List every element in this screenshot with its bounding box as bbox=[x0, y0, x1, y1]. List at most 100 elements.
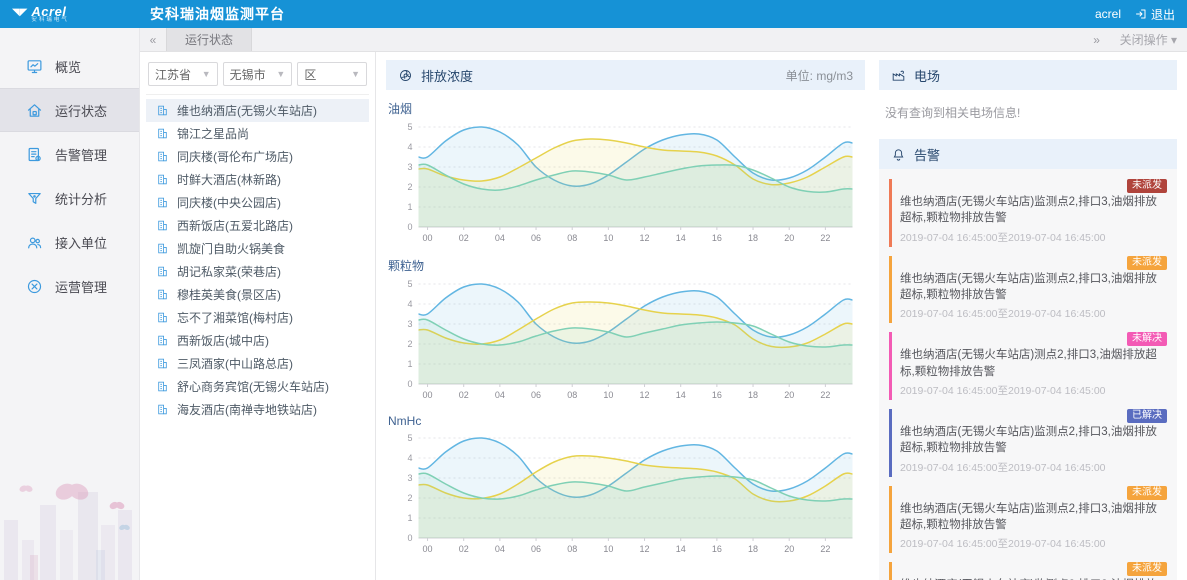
sidebar-item-label: 统计分析 bbox=[55, 191, 108, 207]
building-icon bbox=[156, 265, 169, 278]
chart-block-油烟: 油烟 0 1 2 3 4 5 00 02 04 06 08 10 12 14 16 18 20 22 bbox=[386, 96, 865, 247]
alarm-time: 2019-07-04 16:45:00至2019-07-04 16:45:00 bbox=[900, 538, 1106, 551]
store-item[interactable]: 胡记私家菜(荣巷店) bbox=[146, 260, 369, 283]
building-icon bbox=[156, 380, 169, 393]
line-chart-NmHc[interactable]: 01234500 02 04 06 08 10 12 14 16 18 20 22 bbox=[386, 430, 865, 558]
tab-label: 运行状态 bbox=[185, 33, 234, 47]
building-icon bbox=[156, 150, 169, 163]
svg-text:08: 08 bbox=[567, 544, 577, 554]
city-select[interactable]: 无锡市 ▼ bbox=[222, 62, 293, 86]
svg-text:2: 2 bbox=[407, 339, 412, 349]
unit-label: 单位: mg/m3 bbox=[785, 68, 853, 83]
logout-icon bbox=[1135, 9, 1146, 19]
alarm-time: 2019-07-04 16:45:00至2019-07-04 16:45:00 bbox=[900, 231, 1106, 244]
store-name: 舒心商务宾馆(无锡火车站店) bbox=[177, 380, 329, 394]
emission-panel: 排放浓度 单位: mg/m3 油烟 0 1 2 3 4 5 00 02 04 06 08 10 12 14 1… bbox=[376, 52, 875, 580]
sidebar-item-label: 概览 bbox=[55, 59, 82, 75]
svg-text:04: 04 bbox=[495, 390, 505, 400]
sidebar-item-概览[interactable]: 概览 bbox=[0, 44, 139, 88]
store-item[interactable]: 海友酒店(南禅寺地铁站店) bbox=[146, 398, 369, 421]
svg-text:18: 18 bbox=[748, 390, 758, 400]
store-item[interactable]: 时鲜大酒店(林新路) bbox=[146, 168, 369, 191]
svg-text:4: 4 bbox=[407, 299, 412, 309]
store-item[interactable]: 三凤酒家(中山路总店) bbox=[146, 352, 369, 375]
alarm-item[interactable]: 未派发维也纳酒店(无锡火车站店)监测点2,排口3,油烟排放超标,颗粒物排放告警2… bbox=[889, 485, 1167, 554]
field-panel-header: 电场 bbox=[879, 60, 1177, 90]
province-select[interactable]: 江苏省 ▼ bbox=[148, 62, 218, 86]
butterfly-icon bbox=[19, 485, 33, 492]
svg-text:08: 08 bbox=[567, 233, 577, 243]
username[interactable]: acrel bbox=[1095, 7, 1121, 21]
alarm-item[interactable]: 已解决 维也纳酒店(无锡火车站店)监测点2,排口3,油烟排放超标,颗粒物排放告警 2… bbox=[889, 408, 1167, 477]
expand-panel-icon[interactable]: » bbox=[1084, 33, 1110, 47]
store-item[interactable]: 西新饭店(城中店) bbox=[146, 329, 369, 352]
district-select[interactable]: 区 ▼ bbox=[297, 62, 368, 86]
building-icon bbox=[156, 196, 169, 209]
store-item[interactable]: 凯旋门自助火锅美食 bbox=[146, 237, 369, 260]
tab-actions-dropdown[interactable]: 关闭操作 ▾ bbox=[1120, 31, 1177, 48]
store-list: 维也纳酒店(无锡火车站店) 锦江之星品尚 同庆楼(哥伦布广场店) 时鲜大酒店(林新路)… bbox=[146, 95, 369, 421]
svg-text:22: 22 bbox=[820, 390, 830, 400]
store-name: 维也纳酒店(无锡火车站店) bbox=[177, 104, 317, 118]
svg-text:22: 22 bbox=[820, 233, 830, 243]
svg-text:06: 06 bbox=[531, 544, 541, 554]
tab-running-status[interactable]: 运行状态 bbox=[166, 28, 253, 51]
store-item[interactable]: 锦江之星品尚 bbox=[146, 122, 369, 145]
line-chart-颗粒物[interactable]: 01234500 02 04 06 08 10 12 14 16 18 20 22 bbox=[386, 276, 865, 404]
building-icon bbox=[156, 311, 169, 324]
building-icon bbox=[156, 403, 169, 416]
store-list-panel: 江苏省 ▼ 无锡市 ▼ 区 ▼ 维也纳酒店(无锡火车站店) 锦江之星品尚 同庆楼(哥… bbox=[140, 52, 376, 580]
store-item[interactable]: 忘不了湘菜馆(梅村店) bbox=[146, 306, 369, 329]
store-item[interactable]: 舒心商务宾馆(无锡火车站店) bbox=[146, 375, 369, 398]
alarm-item[interactable]: 未派发维也纳酒店(无锡火车站店)监测点2,排口3,油烟排放超标,颗粒物排放告警2… bbox=[889, 255, 1167, 324]
logout-button[interactable]: 退出 bbox=[1135, 6, 1175, 23]
sidebar-item-接入单位[interactable]: 接入单位 bbox=[0, 220, 139, 264]
units-icon bbox=[26, 234, 43, 251]
alarm-item[interactable]: 未派发维也纳酒店(无锡火车站店)监测点2,排口3,油烟排放超标,颗粒物排放告警2… bbox=[889, 562, 1167, 580]
svg-text:04: 04 bbox=[495, 544, 505, 554]
svg-text:0: 0 bbox=[407, 379, 412, 389]
store-name: 西新饭店(城中店) bbox=[177, 334, 269, 348]
store-item[interactable]: 同庆楼(哥伦布广场店) bbox=[146, 145, 369, 168]
store-name: 三凤酒家(中山路总店) bbox=[177, 357, 293, 371]
svg-text:12: 12 bbox=[640, 544, 650, 554]
sidebar-item-label: 告警管理 bbox=[55, 147, 108, 163]
alarm-status-badge: 未派发 bbox=[1127, 255, 1167, 270]
sidebar-item-统计分析[interactable]: 统计分析 bbox=[0, 176, 139, 220]
svg-text:4: 4 bbox=[407, 142, 412, 152]
store-item[interactable]: 穆桂英美食(景区店) bbox=[146, 283, 369, 306]
svg-text:18: 18 bbox=[748, 233, 758, 243]
building-icon bbox=[156, 173, 169, 186]
sidebar-item-告警管理[interactable]: 告警管理 bbox=[0, 132, 139, 176]
svg-text:1: 1 bbox=[407, 359, 412, 369]
building-icon bbox=[156, 219, 169, 232]
store-item[interactable]: 同庆楼(中央公园店) bbox=[146, 191, 369, 214]
store-name: 忘不了湘菜馆(梅村店) bbox=[177, 311, 293, 325]
alarm-item[interactable]: 未解决 维也纳酒店(无锡火车站店)测点2,排口3,油烟排放超标,颗粒物排放告警 20… bbox=[889, 332, 1167, 400]
building-icon bbox=[156, 127, 169, 140]
province-value: 江苏省 bbox=[155, 67, 192, 82]
svg-text:16: 16 bbox=[712, 233, 722, 243]
building-icon bbox=[156, 288, 169, 301]
svg-text:02: 02 bbox=[459, 233, 469, 243]
store-item[interactable]: 维也纳酒店(无锡火车站店) bbox=[146, 99, 369, 122]
alarm-status-badge: 未派发 bbox=[1127, 179, 1167, 193]
factory-icon bbox=[891, 68, 906, 83]
svg-text:4: 4 bbox=[407, 453, 412, 463]
stats-icon bbox=[26, 190, 43, 207]
tab-bar: « 运行状态 » 关闭操作 ▾ bbox=[140, 28, 1187, 52]
store-item[interactable]: 西新饭店(五爱北路店) bbox=[146, 214, 369, 237]
sidebar-item-运行状态[interactable]: 运行状态 bbox=[0, 88, 139, 132]
svg-text:1: 1 bbox=[407, 202, 412, 212]
store-name: 胡记私家菜(荣巷店) bbox=[177, 265, 281, 279]
chart-block-颗粒物: 颗粒物 0 1 2 3 4 5 00 02 04 06 08 10 12 14 16 18 20 22 bbox=[386, 253, 865, 404]
chart-block-NmHc: NmHc 0 1 2 3 4 5 00 02 04 06 08 10 12 14 16 18 20 22 bbox=[386, 410, 865, 558]
line-chart-油烟[interactable]: 01234500 02 04 06 08 10 12 14 16 18 20 22 bbox=[386, 119, 865, 247]
building-icon bbox=[156, 357, 169, 370]
store-name: 西新饭店(五爱北路店) bbox=[177, 219, 293, 233]
alarm-item[interactable]: 未派发维也纳酒店(无锡火车站店)监测点2,排口3,油烟排放超标,颗粒物排放告警2… bbox=[889, 179, 1167, 247]
collapse-panel-icon[interactable]: « bbox=[140, 33, 166, 47]
bell-icon bbox=[891, 147, 906, 162]
sidebar-item-运营管理[interactable]: 运营管理 bbox=[0, 264, 139, 308]
app-header: ◥◤ Acrel 安科瑞电气 安科瑞油烟监测平台 acrel 退出 bbox=[0, 0, 1187, 28]
